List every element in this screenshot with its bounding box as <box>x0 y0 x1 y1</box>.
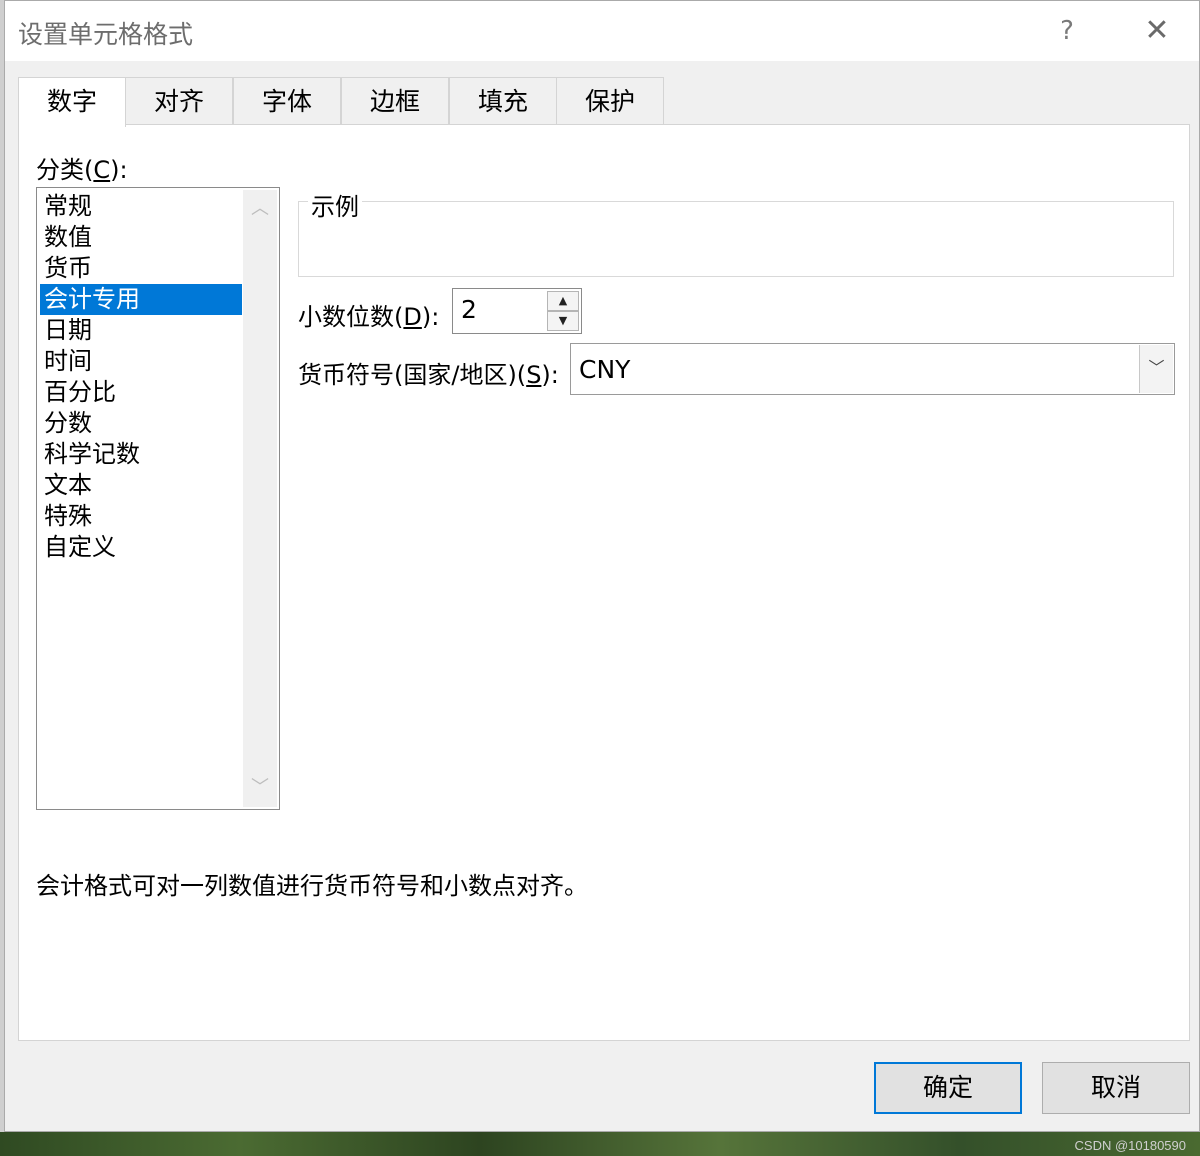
help-button[interactable]: ? <box>1051 13 1083 49</box>
tab-alignment[interactable]: 对齐 <box>125 77 233 125</box>
currency-symbol-select[interactable]: CNY ﹀ <box>570 343 1175 395</box>
spin-down-icon[interactable]: ▼ <box>547 311 579 331</box>
decimal-places-value[interactable]: 2 <box>461 295 477 324</box>
watermark: CSDN @10180590 <box>1074 1138 1186 1153</box>
spin-up-icon[interactable]: ▲ <box>547 291 579 311</box>
background-strip <box>0 1132 1200 1156</box>
category-item-special[interactable]: 特殊 <box>40 501 242 532</box>
scroll-up-icon[interactable]: ︿ <box>243 194 277 224</box>
title-bar: 设置单元格格式 ? ✕ <box>5 1 1199 61</box>
decimal-places-label: 小数位数(D): <box>298 303 440 331</box>
category-item-text[interactable]: 文本 <box>40 470 242 501</box>
close-icon[interactable]: ✕ <box>1135 11 1179 51</box>
category-item-date[interactable]: 日期 <box>40 315 242 346</box>
category-item-general[interactable]: 常规 <box>40 191 242 222</box>
category-scrollbar[interactable]: ︿ ﹀ <box>243 190 277 807</box>
scroll-down-icon[interactable]: ﹀ <box>243 773 277 803</box>
currency-symbol-value: CNY <box>579 355 631 384</box>
tab-font[interactable]: 字体 <box>233 77 341 125</box>
category-item-custom[interactable]: 自定义 <box>40 532 242 563</box>
tab-border[interactable]: 边框 <box>341 77 449 125</box>
category-item-scientific[interactable]: 科学记数 <box>40 439 242 470</box>
tab-protection[interactable]: 保护 <box>556 77 664 125</box>
category-item-currency[interactable]: 货币 <box>40 253 242 284</box>
sample-group-box <box>298 201 1174 277</box>
format-cells-dialog: 设置单元格格式 ? ✕ 数字 对齐 字体 边框 填充 保护 分类(C): 常规 … <box>4 0 1200 1132</box>
dialog-title: 设置单元格格式 <box>18 20 194 49</box>
chevron-down-icon[interactable]: ﹀ <box>1139 345 1173 393</box>
category-item-fraction[interactable]: 分数 <box>40 408 242 439</box>
currency-symbol-label: 货币符号(国家/地区)(S): <box>298 361 559 389</box>
number-tab-panel: 分类(C): 常规 数值 货币 会计专用 日期 时间 百分比 分数 科学记数 文… <box>18 124 1190 1041</box>
category-label: 分类(C): <box>36 156 128 184</box>
sample-label: 示例 <box>308 187 362 222</box>
category-listbox[interactable]: 常规 数值 货币 会计专用 日期 时间 百分比 分数 科学记数 文本 特殊 自定… <box>36 187 280 810</box>
category-item-percentage[interactable]: 百分比 <box>40 377 242 408</box>
tab-number[interactable]: 数字 <box>18 77 126 127</box>
cancel-button[interactable]: 取消 <box>1042 1062 1190 1114</box>
ok-button[interactable]: 确定 <box>874 1062 1022 1114</box>
format-description: 会计格式可对一列数值进行货币符号和小数点对齐。 <box>36 872 588 900</box>
category-item-accounting[interactable]: 会计专用 <box>40 284 242 315</box>
category-item-time[interactable]: 时间 <box>40 346 242 377</box>
decimal-places-stepper[interactable]: 2 ▲ ▼ <box>452 288 582 334</box>
category-item-number[interactable]: 数值 <box>40 222 242 253</box>
tab-fill[interactable]: 填充 <box>449 77 557 125</box>
